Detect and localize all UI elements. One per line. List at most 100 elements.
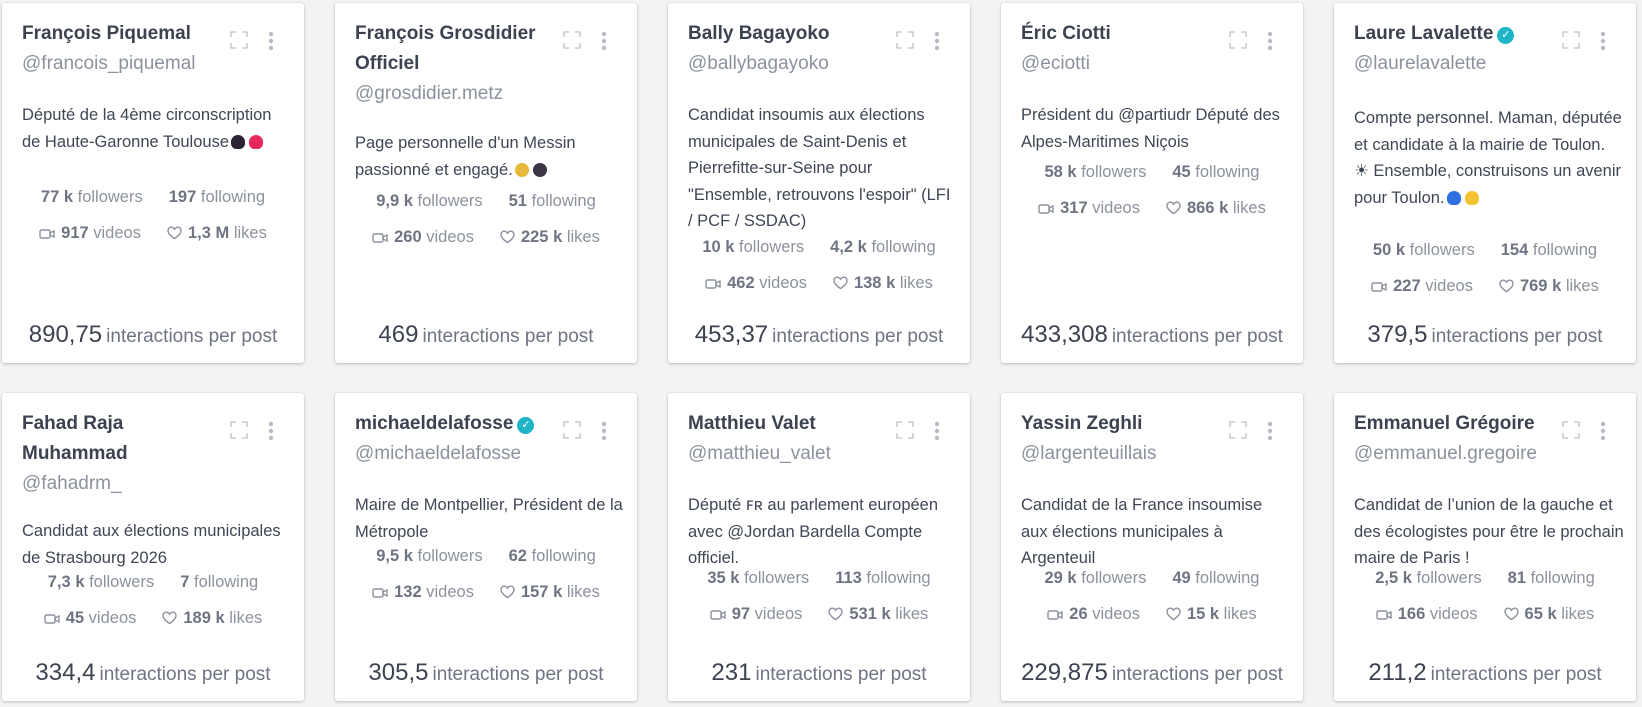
profile-header: Matthieu Valet @matthieu_valet xyxy=(688,409,898,469)
profile-card[interactable]: Matthieu Valet @matthieu_valet Député ꜰʀ a… xyxy=(668,393,970,701)
likes-stat: 65 k likes xyxy=(1503,596,1594,632)
profile-card[interactable]: François Piquemal @francois_piquemal Déput… xyxy=(2,3,304,363)
more-options-icon[interactable] xyxy=(1600,421,1606,441)
profile-name[interactable]: Bally Bagayoko xyxy=(688,19,898,49)
expand-icon[interactable] xyxy=(1229,31,1247,49)
more-options-icon[interactable] xyxy=(934,421,940,441)
profile-handle[interactable]: @ballybagayoko xyxy=(688,49,898,79)
interactions-per-post: 334,4 interactions per post xyxy=(2,659,304,687)
video-camera-icon xyxy=(710,610,726,620)
profile-name[interactable]: Éric Ciotti xyxy=(1021,19,1231,49)
expand-icon[interactable] xyxy=(230,31,248,49)
expand-icon[interactable] xyxy=(563,31,581,49)
profile-card[interactable]: Fahad Raja Muhammad @fahadrm_ Candidat aux… xyxy=(2,393,304,701)
followers-stat: 58 k followers xyxy=(1044,163,1147,181)
card-tools xyxy=(1562,31,1606,51)
profile-stats: 50 k followers 154 following 227 videos 769… xyxy=(1334,232,1636,304)
following-stat: 197 following xyxy=(168,188,266,206)
following-stat: 81 following xyxy=(1507,569,1595,587)
profile-handle[interactable]: @laurelavalette xyxy=(1354,49,1564,79)
expand-icon[interactable] xyxy=(896,421,914,439)
yellow-heart-icon xyxy=(1464,190,1479,205)
profile-bio: Candidat insoumis aux élections municipa… xyxy=(688,102,958,235)
profile-stats: 29 k followers 49 following 26 videos 15 k … xyxy=(1001,560,1303,632)
card-tools xyxy=(230,31,274,51)
interactions-value: 379,5 xyxy=(1367,321,1428,348)
interactions-per-post: 305,5 interactions per post xyxy=(335,659,637,687)
following-stat: 51 following xyxy=(508,192,596,210)
more-options-icon[interactable] xyxy=(1267,31,1273,51)
card-tools xyxy=(230,421,274,441)
expand-icon[interactable] xyxy=(896,31,914,49)
more-options-icon[interactable] xyxy=(1267,421,1273,441)
interactions-per-post: 469 interactions per post xyxy=(335,321,637,349)
profile-header: François Piquemal @francois_piquemal xyxy=(22,19,232,79)
profile-stats: 77 k followers 197 following 917 videos 1,3… xyxy=(2,179,304,251)
profile-name[interactable]: Matthieu Valet xyxy=(688,409,898,439)
profile-name[interactable]: Fahad Raja Muhammad xyxy=(22,409,232,469)
profile-handle[interactable]: @francois_piquemal xyxy=(22,49,232,79)
profile-name[interactable]: Laure Lavalette ✓ xyxy=(1354,19,1564,49)
profile-header: François Grosdidier Officiel @grosdidier.… xyxy=(355,19,565,109)
profile-handle[interactable]: @matthieu_valet xyxy=(688,439,898,469)
black-circle-icon xyxy=(532,162,547,177)
more-options-icon[interactable] xyxy=(601,31,607,51)
profile-bio-text: Maire de Montpellier, Président de la Mé… xyxy=(355,496,623,541)
followers-stat: 29 k followers xyxy=(1044,569,1147,587)
profile-handle[interactable]: @fahadrm_ xyxy=(22,469,232,499)
heart-icon xyxy=(1503,607,1519,621)
videos-stat: 132 videos xyxy=(372,574,474,610)
more-options-icon[interactable] xyxy=(934,31,940,51)
more-options-icon[interactable] xyxy=(1600,31,1606,51)
profile-header: Emmanuel Grégoire @emmanuel.gregoire xyxy=(1354,409,1564,469)
profile-card[interactable]: Yassin Zeghli @largenteuillais Candidat de… xyxy=(1001,393,1303,701)
profile-bio: Page personnelle d'un Messin passionné e… xyxy=(355,130,625,183)
profile-name[interactable]: Emmanuel Grégoire xyxy=(1354,409,1564,439)
expand-icon[interactable] xyxy=(563,421,581,439)
profile-name-text[interactable]: Emmanuel Grégoire xyxy=(1354,413,1535,434)
followers-stat: 77 k followers xyxy=(40,188,143,206)
more-options-icon[interactable] xyxy=(601,421,607,441)
following-stat: 49 following xyxy=(1172,569,1260,587)
profile-handle[interactable]: @largenteuillais xyxy=(1021,439,1231,469)
expand-icon[interactable] xyxy=(1229,421,1247,439)
profile-card[interactable]: Laure Lavalette ✓ @laurelavalette Compte pe… xyxy=(1334,3,1636,363)
following-stat: 4,2 k following xyxy=(830,238,936,256)
profile-name[interactable]: François Piquemal xyxy=(22,19,232,49)
following-stat: 154 following xyxy=(1500,241,1598,259)
more-options-icon[interactable] xyxy=(268,421,274,441)
profile-name-text[interactable]: michaeldelafosse xyxy=(355,413,513,434)
profile-name[interactable]: François Grosdidier Officiel xyxy=(355,19,565,79)
card-tools xyxy=(896,421,940,441)
profile-name-text[interactable]: Yassin Zeghli xyxy=(1021,413,1142,434)
profile-name-text[interactable]: Matthieu Valet xyxy=(688,413,816,434)
profile-name-text[interactable]: François Grosdidier Officiel xyxy=(355,23,536,74)
expand-icon[interactable] xyxy=(1562,31,1580,49)
profile-handle[interactable]: @grosdidier.metz xyxy=(355,79,565,109)
profile-stats: 58 k followers 45 following 317 videos 866 … xyxy=(1001,154,1303,226)
red-heart-icon xyxy=(249,134,264,149)
profile-name-text[interactable]: Éric Ciotti xyxy=(1021,23,1111,44)
profile-card[interactable]: Bally Bagayoko @ballybagayoko Candidat ins… xyxy=(668,3,970,363)
profile-handle[interactable]: @emmanuel.gregoire xyxy=(1354,439,1564,469)
profile-name-text[interactable]: Bally Bagayoko xyxy=(688,23,830,44)
expand-icon[interactable] xyxy=(1562,421,1580,439)
profile-card[interactable]: michaeldelafosse ✓ @michaeldelafosse Maire … xyxy=(335,393,637,701)
profile-name-text[interactable]: François Piquemal xyxy=(22,23,191,44)
profile-header: Laure Lavalette ✓ @laurelavalette xyxy=(1354,19,1564,79)
expand-icon[interactable] xyxy=(230,421,248,439)
profile-card[interactable]: Éric Ciotti @eciotti Président du @partiud… xyxy=(1001,3,1303,363)
more-options-icon[interactable] xyxy=(268,31,274,51)
video-camera-icon xyxy=(1371,282,1387,292)
interactions-per-post: 229,875 interactions per post xyxy=(1001,659,1303,687)
interactions-per-post: 231 interactions per post xyxy=(668,659,970,687)
profile-name-text[interactable]: Laure Lavalette xyxy=(1354,23,1493,44)
profile-card[interactable]: Emmanuel Grégoire @emmanuel.gregoire Candi… xyxy=(1334,393,1636,701)
profile-card[interactable]: François Grosdidier Officiel @grosdidier.… xyxy=(335,3,637,363)
profile-handle[interactable]: @eciotti xyxy=(1021,49,1231,79)
profile-handle[interactable]: @michaeldelafosse xyxy=(355,439,565,469)
profile-name[interactable]: Yassin Zeghli xyxy=(1021,409,1231,439)
followers-stat: 10 k followers xyxy=(702,238,805,256)
profile-name[interactable]: michaeldelafosse ✓ xyxy=(355,409,565,439)
profile-name-text[interactable]: Fahad Raja Muhammad xyxy=(22,413,128,464)
